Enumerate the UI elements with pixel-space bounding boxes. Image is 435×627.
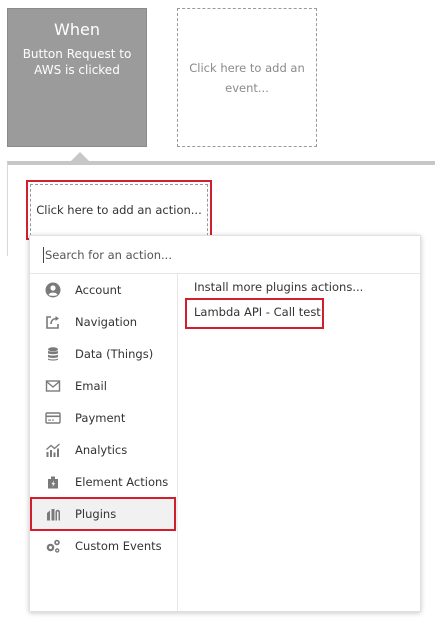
category-label: Email [75, 379, 107, 393]
category-label: Navigation [75, 315, 138, 329]
custom-events-icon [46, 539, 60, 553]
highlight-plugins [30, 497, 176, 531]
event-description: Button Request to AWS is clicked [22, 47, 132, 77]
add-event-label: Click here to add an event... [189, 60, 305, 95]
payment-icon [45, 412, 61, 424]
event-when-label: When [54, 20, 100, 39]
category-label: Analytics [75, 443, 128, 457]
email-icon [45, 380, 61, 392]
action-dropdown: Account Navigation Data (Things) [29, 235, 421, 612]
category-label: Payment [75, 411, 126, 425]
highlight-lambda-action [185, 298, 324, 329]
category-analytics[interactable]: Analytics [30, 434, 178, 466]
category-label: Data (Things) [75, 347, 154, 361]
category-navigation[interactable]: Navigation [30, 306, 178, 338]
event-card[interactable]: When Button Request to AWS is clicked [7, 8, 147, 147]
action-search [30, 236, 420, 274]
analytics-icon [46, 443, 60, 457]
element-actions-icon [48, 476, 58, 489]
category-list: Account Navigation Data (Things) Email P… [30, 274, 178, 611]
highlight-add-action [26, 180, 212, 240]
category-label: Element Actions [75, 475, 169, 489]
add-event-button[interactable]: Click here to add an event... [177, 8, 317, 147]
category-data-things[interactable]: Data (Things) [30, 338, 178, 370]
account-icon [45, 282, 61, 298]
category-account[interactable]: Account [30, 274, 178, 306]
workflow-editor: When Button Request to AWS is clicked Cl… [0, 0, 435, 627]
category-custom-events[interactable]: Custom Events [30, 530, 178, 562]
install-more-plugins-link[interactable]: Install more plugins actions... [194, 279, 363, 295]
text-caret [43, 247, 44, 263]
category-label: Custom Events [75, 539, 162, 553]
action-search-input[interactable] [45, 245, 405, 265]
category-email[interactable]: Email [30, 370, 178, 402]
category-label: Account [75, 283, 122, 297]
category-element-actions[interactable]: Element Actions [30, 466, 178, 498]
event-pointer-arrow [71, 152, 89, 161]
navigation-icon [46, 316, 59, 329]
category-payment[interactable]: Payment [30, 402, 178, 434]
database-icon [48, 347, 58, 361]
